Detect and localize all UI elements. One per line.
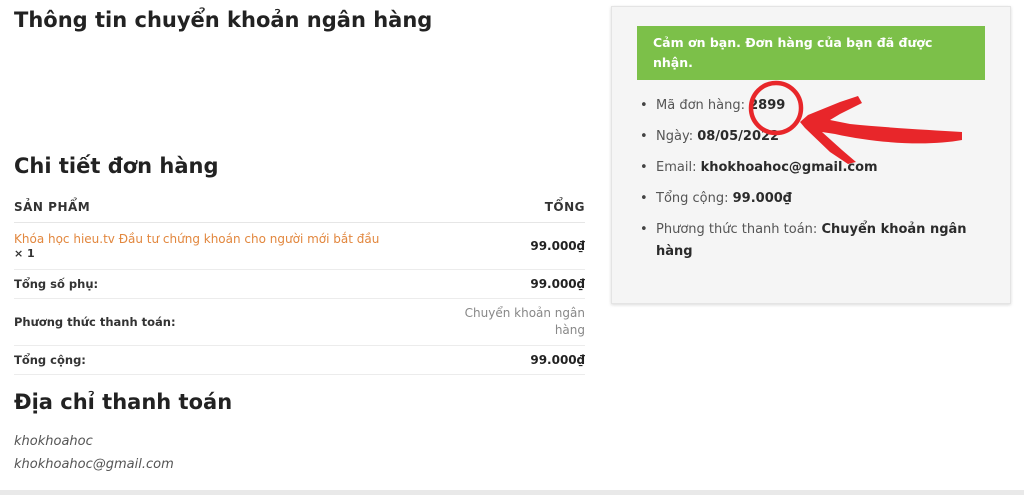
- payment-method-value: Chuyển khoản ngân hàng: [464, 306, 585, 337]
- table-row: Tổng cộng: 99.000₫: [14, 345, 585, 375]
- total-label: Tổng cộng:: [656, 191, 729, 206]
- order-details-heading: Chi tiết đơn hàng: [14, 154, 219, 178]
- order-overview-list: Mã đơn hàng: 2899 Ngày: 08/05/2022 Email…: [640, 95, 1000, 272]
- order-total-value: 99.000₫: [530, 353, 585, 367]
- product-link[interactable]: Khóa học hieu.tv Đầu tư chứng khoán cho …: [14, 232, 427, 246]
- product-amount-cell: 99.000₫: [426, 222, 585, 270]
- list-item-order-number: Mã đơn hàng: 2899: [640, 95, 1000, 117]
- billing-name: khokhoahoc: [14, 434, 93, 449]
- order-total-label: Tổng cộng:: [14, 353, 86, 367]
- payment-method-label: Phương thức thanh toán:: [14, 315, 176, 329]
- billing-email: khokhoahoc@gmail.com: [14, 457, 174, 472]
- list-item-date: Ngày: 08/05/2022: [640, 126, 1000, 148]
- table-row: Tổng số phụ: 99.000₫: [14, 269, 585, 299]
- billing-address: khokhoahoc khokhoahoc@gmail.com: [14, 430, 174, 476]
- billing-address-heading: Địa chỉ thanh toán: [14, 390, 233, 414]
- date-label: Ngày:: [656, 129, 694, 144]
- footer-divider: [0, 490, 1024, 495]
- list-item-payment: Phương thức thanh toán: Chuyển khoản ngâ…: [640, 219, 1000, 263]
- order-number: 2899: [749, 98, 786, 113]
- order-number-label: Mã đơn hàng:: [656, 98, 745, 113]
- table-header-row: SẢN PHẨM TỔNG: [14, 196, 585, 223]
- subtotal-label: Tổng số phụ:: [14, 277, 99, 291]
- product-cell: Khóa học hieu.tv Đầu tư chứng khoán cho …: [14, 222, 427, 270]
- column-header-product: SẢN PHẨM: [14, 196, 427, 223]
- subtotal-value: 99.000₫: [530, 277, 585, 291]
- order-received-notice: Cảm ơn bạn. Đơn hàng của bạn đã được nhậ…: [637, 26, 985, 80]
- payment-label: Phương thức thanh toán:: [656, 222, 818, 237]
- table-row: Khóa học hieu.tv Đầu tư chứng khoán cho …: [14, 222, 585, 270]
- order-email: khokhoahoc@gmail.com: [700, 160, 878, 175]
- email-label: Email:: [656, 160, 697, 175]
- column-header-total: TỔNG: [426, 196, 585, 223]
- product-quantity: × 1: [14, 247, 35, 260]
- bank-transfer-heading: Thông tin chuyển khoản ngân hàng: [14, 8, 433, 32]
- order-date: 08/05/2022: [697, 129, 780, 144]
- list-item-email: Email: khokhoahoc@gmail.com: [640, 157, 1000, 179]
- order-details-table: SẢN PHẨM TỔNG Khóa học hieu.tv Đầu tư ch…: [14, 196, 585, 375]
- list-item-total: Tổng cộng: 99.000₫: [640, 188, 1000, 210]
- order-total: 99.000₫: [732, 191, 792, 206]
- order-summary-box: Cảm ơn bạn. Đơn hàng của bạn đã được nhậ…: [611, 6, 1011, 304]
- product-amount: 99.000₫: [530, 239, 585, 253]
- table-row: Phương thức thanh toán: Chuyển khoản ngâ…: [14, 298, 585, 346]
